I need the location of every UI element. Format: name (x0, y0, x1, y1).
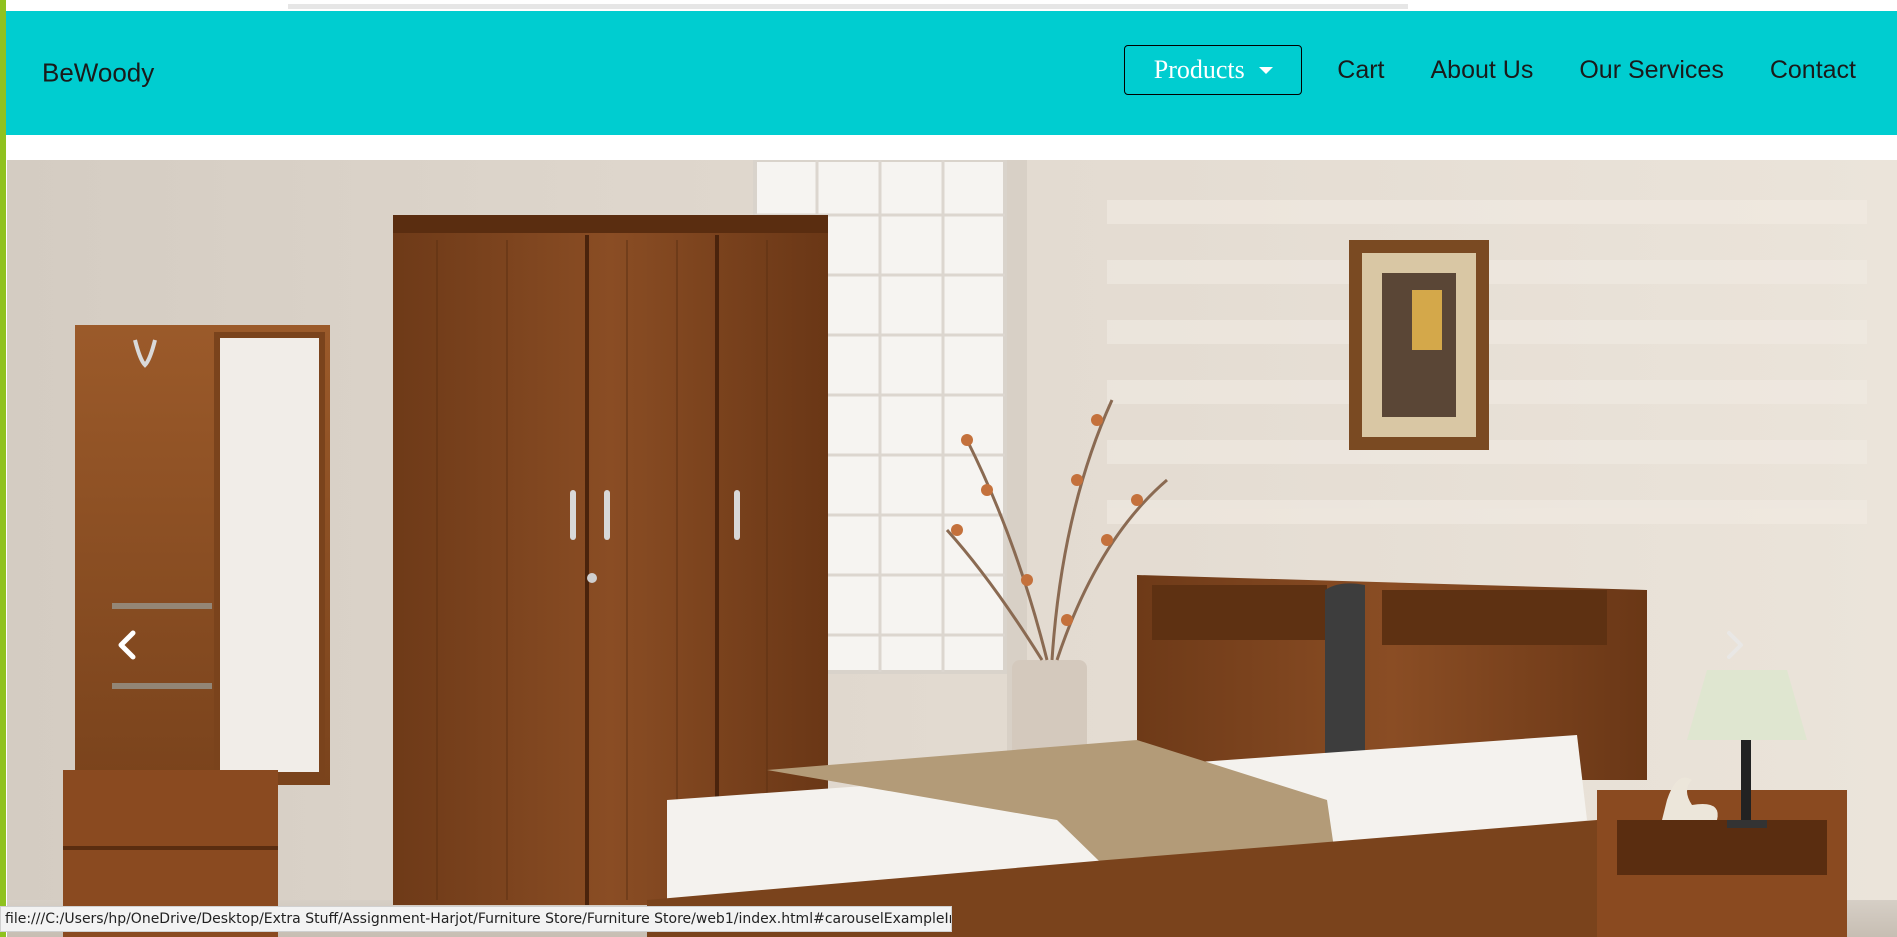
status-bar-url: file:///C:/Users/hp/OneDrive/Desktop/Ext… (0, 906, 952, 932)
left-accent-bar (0, 0, 6, 937)
nav-link-cart[interactable]: Cart (1337, 56, 1384, 85)
products-label: Products (1153, 55, 1245, 84)
top-strip-bar (288, 4, 1408, 9)
carousel-next-button[interactable] (1723, 630, 1783, 720)
carousel (7, 160, 1897, 937)
nav-menu: Products Cart About Us Our Services Cont… (1124, 44, 1856, 96)
caret-down-icon (1258, 66, 1273, 74)
chevron-left-icon (118, 630, 136, 660)
nav-link-about-us[interactable]: About Us (1431, 56, 1534, 85)
carousel-prev-button[interactable] (115, 630, 175, 720)
carousel-slide-bedroom-image (7, 160, 1897, 937)
chevron-right-icon (1727, 631, 1743, 659)
navbar: BeWoody Products Cart About Us Our Servi… (6, 11, 1897, 135)
nav-link-contact[interactable]: Contact (1770, 56, 1856, 85)
brand-logo[interactable]: BeWoody (42, 58, 154, 89)
top-strip (6, 0, 1897, 11)
nav-link-our-services[interactable]: Our Services (1579, 56, 1723, 85)
products-dropdown-button[interactable]: Products (1124, 45, 1303, 95)
